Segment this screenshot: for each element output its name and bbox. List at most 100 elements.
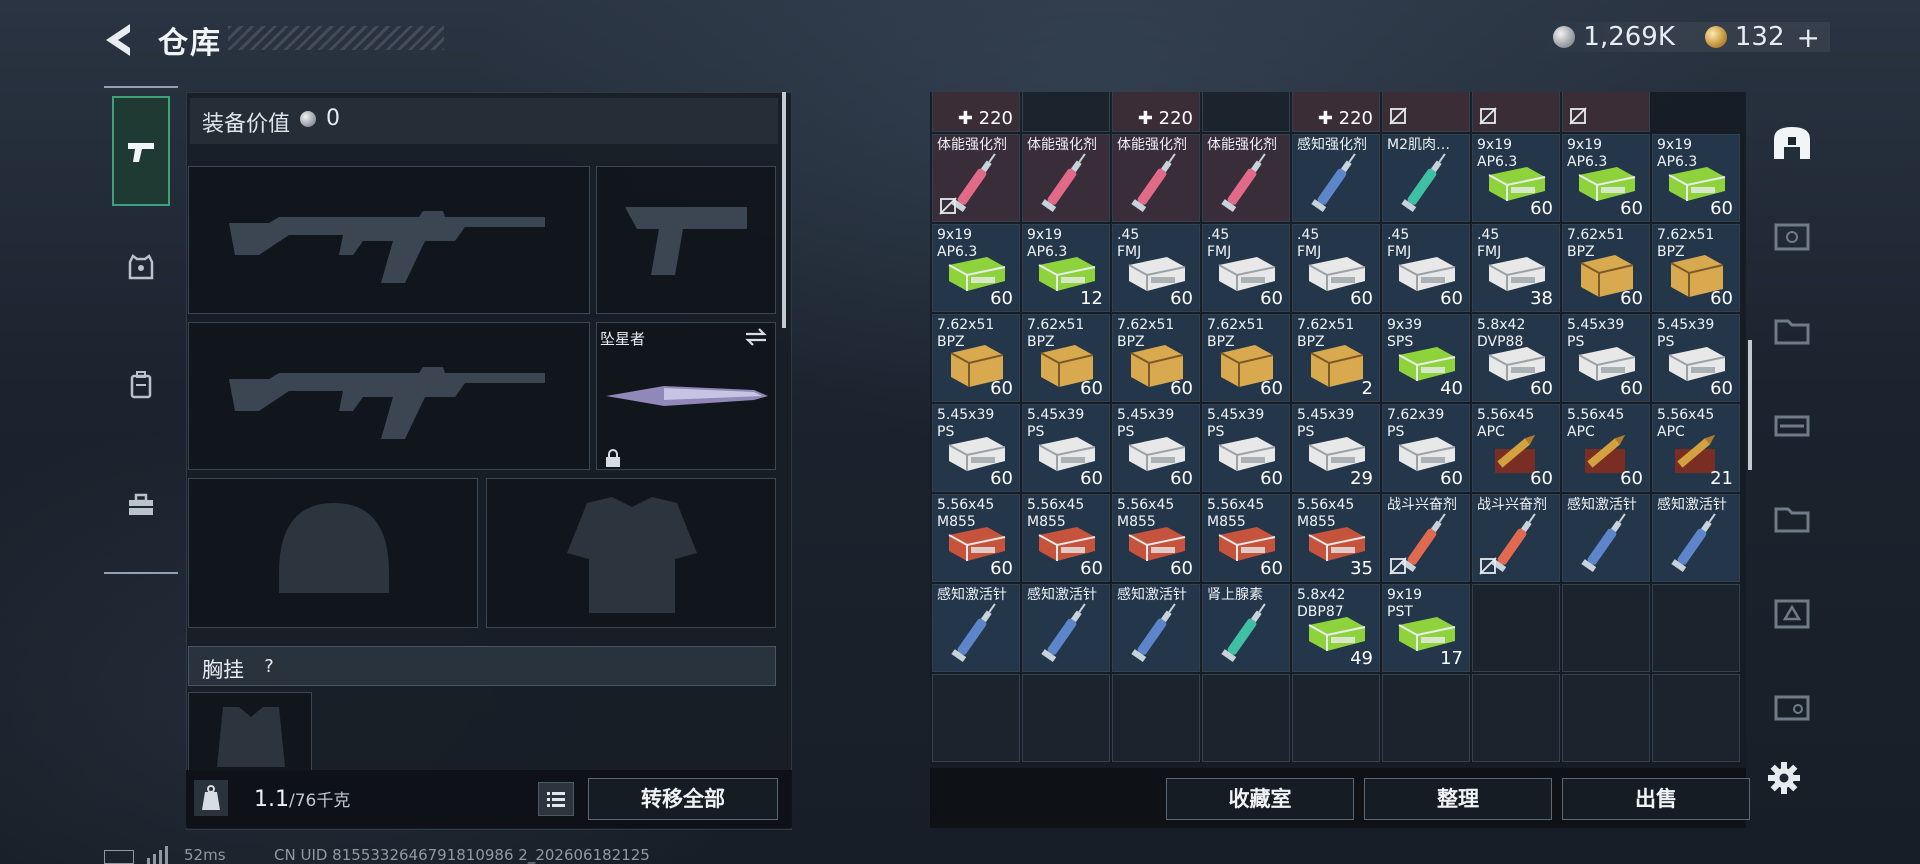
stash-item[interactable]: 7.62x39 PS 60 — [1382, 404, 1470, 492]
stash-item[interactable]: 7.62x51 BPZ 60 — [1022, 314, 1110, 402]
collection-room-button[interactable]: 收藏室 — [1166, 778, 1354, 820]
tab-armor[interactable] — [112, 212, 170, 322]
chest-rig-slot[interactable] — [188, 692, 312, 772]
stash-item[interactable]: 体能强化剂 — [1022, 134, 1110, 222]
primary-weapon-slot-2[interactable] — [188, 322, 590, 470]
stash-item[interactable]: 战斗兴奋剂 — [1472, 494, 1560, 582]
stash-item[interactable] — [1562, 92, 1650, 132]
stash-item[interactable]: 体能强化剂 — [1202, 134, 1290, 222]
stash-item[interactable]: ✚ 220 — [1112, 92, 1200, 132]
stash-item[interactable]: 感知激活针 — [1562, 494, 1650, 582]
empty-stash-cell[interactable] — [1022, 674, 1110, 762]
stash-item[interactable]: 9x19 AP6.3 60 — [1562, 134, 1650, 222]
empty-stash-cell[interactable] — [1472, 674, 1560, 762]
stash-item[interactable]: ✚ 220 — [932, 92, 1020, 132]
stash-item[interactable]: 5.8x42 DBP87 49 — [1292, 584, 1380, 672]
stash-item[interactable]: 肾上腺素 — [1202, 584, 1290, 672]
sort-button[interactable]: 整理 — [1364, 778, 1552, 820]
empty-stash-cell[interactable] — [1472, 584, 1560, 672]
tab-weapons[interactable] — [112, 96, 170, 206]
stash-item[interactable]: 感知强化剂 — [1292, 134, 1380, 222]
stash-item[interactable]: 5.56x45 M855 60 — [1112, 494, 1200, 582]
rail-container-5[interactable] — [1764, 584, 1820, 642]
stash-item[interactable]: 9x19 PST 17 — [1382, 584, 1470, 672]
stash-item[interactable]: 感知激活针 — [1652, 494, 1740, 582]
stash-item[interactable]: 5.56x45 M855 60 — [1202, 494, 1290, 582]
stash-item[interactable]: 9x19 AP6.3 60 — [932, 224, 1020, 312]
stash-item[interactable]: 感知激活针 — [1112, 584, 1200, 672]
tab-backpack[interactable] — [112, 330, 170, 440]
stash-item[interactable]: 7.62x51 BPZ 2 — [1292, 314, 1380, 402]
stash-item[interactable]: M2肌肉… — [1382, 134, 1470, 222]
stash-item[interactable]: 9x19 AP6.3 12 — [1022, 224, 1110, 312]
transfer-all-button[interactable]: 转移全部 — [588, 778, 778, 820]
empty-stash-cell[interactable] — [932, 674, 1020, 762]
stash-item[interactable]: 5.56x45 APC 60 — [1562, 404, 1650, 492]
stash-item[interactable]: 9x19 AP6.3 60 — [1652, 134, 1740, 222]
stash-item[interactable]: 5.8x42 DVP88 60 — [1472, 314, 1560, 402]
empty-stash-cell[interactable] — [1022, 92, 1110, 132]
stash-item[interactable]: 5.56x45 M855 60 — [1022, 494, 1110, 582]
empty-stash-cell[interactable] — [1202, 674, 1290, 762]
stash-item[interactable]: 感知激活针 — [932, 584, 1020, 672]
rail-container-1[interactable] — [1764, 208, 1820, 266]
tab-toolbox[interactable] — [112, 450, 170, 560]
stash-item[interactable]: 战斗兴奋剂 — [1382, 494, 1470, 582]
rail-stash[interactable] — [1764, 114, 1820, 172]
empty-stash-cell[interactable] — [1112, 674, 1200, 762]
rail-container-6[interactable] — [1764, 678, 1820, 736]
back-arrow-icon[interactable] — [100, 20, 136, 60]
stash-item[interactable]: .45 FMJ 60 — [1202, 224, 1290, 312]
empty-stash-cell[interactable] — [1652, 674, 1740, 762]
empty-stash-cell[interactable] — [1562, 674, 1650, 762]
stash-item[interactable] — [1382, 92, 1470, 132]
stash-item[interactable]: 7.62x51 BPZ 60 — [1652, 224, 1740, 312]
swap-icon[interactable] — [744, 326, 768, 348]
rail-container-2[interactable] — [1764, 302, 1820, 360]
stash-item[interactable]: 5.45x39 PS 60 — [1562, 314, 1650, 402]
stash-item[interactable]: 7.62x51 BPZ 60 — [1112, 314, 1200, 402]
stash-item[interactable]: 5.56x45 APC 60 — [1472, 404, 1560, 492]
stash-item[interactable]: 7.62x51 BPZ 60 — [1562, 224, 1650, 312]
sell-button[interactable]: 出售 — [1562, 778, 1750, 820]
stash-item[interactable]: 7.62x51 BPZ 60 — [1202, 314, 1290, 402]
helmet-slot[interactable] — [188, 478, 478, 628]
rail-container-4[interactable] — [1764, 490, 1820, 548]
stash-item[interactable]: ✚ 220 — [1292, 92, 1380, 132]
stash-item[interactable]: 感知激活针 — [1022, 584, 1110, 672]
stash-item[interactable]: 5.45x39 PS 60 — [1022, 404, 1110, 492]
stash-item[interactable]: 5.45x39 PS 60 — [932, 404, 1020, 492]
stash-item[interactable]: 9x39 SPS 40 — [1382, 314, 1470, 402]
stash-item[interactable]: 9x19 AP6.3 60 — [1472, 134, 1560, 222]
stash-item[interactable]: 5.45x39 PS 60 — [1202, 404, 1290, 492]
stash-item[interactable]: 5.56x45 M855 60 — [932, 494, 1020, 582]
stash-item[interactable]: 5.45x39 PS 60 — [1652, 314, 1740, 402]
stash-item[interactable]: .45 FMJ 60 — [1292, 224, 1380, 312]
empty-stash-cell[interactable] — [1202, 92, 1290, 132]
stash-item[interactable]: 体能强化剂 — [932, 134, 1020, 222]
stash-item[interactable]: 5.56x45 APC 21 — [1652, 404, 1740, 492]
list-view-button[interactable] — [538, 782, 574, 816]
stash-item[interactable]: .45 FMJ 38 — [1472, 224, 1560, 312]
body-armor-slot[interactable] — [486, 478, 776, 628]
empty-stash-cell[interactable] — [1382, 674, 1470, 762]
stash-item[interactable]: 5.45x39 PS 29 — [1292, 404, 1380, 492]
empty-stash-cell[interactable] — [1652, 584, 1740, 672]
stash-item[interactable]: 体能强化剂 — [1112, 134, 1200, 222]
stash-item[interactable]: 5.56x45 M855 35 — [1292, 494, 1380, 582]
settings-gear-icon[interactable] — [1766, 760, 1802, 796]
equipment-scrollbar[interactable] — [782, 92, 786, 328]
secondary-weapon-slot[interactable] — [596, 166, 776, 314]
stash-item[interactable]: .45 FMJ 60 — [1112, 224, 1200, 312]
stash-item[interactable] — [1472, 92, 1560, 132]
empty-stash-cell[interactable] — [1292, 674, 1380, 762]
stash-item[interactable]: .45 FMJ 60 — [1382, 224, 1470, 312]
stash-item[interactable]: 7.62x51 BPZ 60 — [932, 314, 1020, 402]
primary-weapon-slot[interactable] — [188, 166, 590, 314]
help-button[interactable]: ? — [256, 654, 282, 680]
rail-container-3[interactable] — [1764, 396, 1820, 454]
stash-scrollbar[interactable] — [1748, 340, 1752, 470]
empty-stash-cell[interactable] — [1562, 584, 1650, 672]
stash-item[interactable]: 5.45x39 PS 60 — [1112, 404, 1200, 492]
add-currency-button[interactable]: + — [1797, 21, 1820, 54]
